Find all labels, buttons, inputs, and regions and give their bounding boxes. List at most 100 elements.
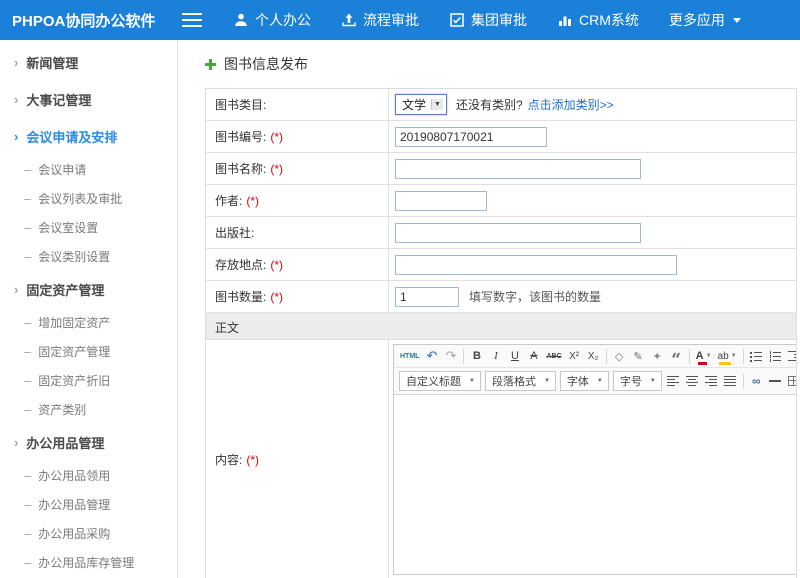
- caret-down-icon: ▼: [597, 378, 603, 384]
- location-input[interactable]: [395, 255, 677, 275]
- html-source-button[interactable]: HTML: [398, 347, 421, 365]
- editor-content-area[interactable]: [394, 395, 796, 574]
- format-painter-button[interactable]: ✎: [630, 347, 647, 365]
- blockquote-button[interactable]: “: [668, 347, 685, 365]
- nav-group-approval[interactable]: 集团审批: [434, 0, 542, 40]
- book-name-input[interactable]: [395, 159, 641, 179]
- sidebar-item-meeting-room[interactable]: –会议室设置: [0, 213, 177, 242]
- caret-down-icon: ▼: [731, 353, 737, 359]
- sidebar-item-label: 固定资产折旧: [38, 372, 110, 389]
- sidebar-item-label: 增加固定资产: [38, 314, 110, 331]
- unordered-list-button[interactable]: [748, 347, 765, 365]
- nav-label: 更多应用: [669, 10, 725, 30]
- sidebar-group-news[interactable]: ›新闻管理: [0, 44, 177, 81]
- category-select[interactable]: 文学 ▼: [395, 94, 447, 115]
- book-no-input[interactable]: [395, 127, 547, 147]
- author-input[interactable]: [395, 191, 487, 211]
- align-right-icon: [705, 376, 717, 386]
- underline-button[interactable]: U: [506, 347, 523, 365]
- italic-button[interactable]: I: [487, 347, 504, 365]
- spellcheck-button[interactable]: ABC: [544, 347, 563, 365]
- sidebar-item-supplies-claim[interactable]: –办公用品领用: [0, 461, 177, 490]
- top-nav: 个人办公 流程审批 集团审批 CRM系统 更多应用: [218, 0, 756, 40]
- sidebar-item-asset-category[interactable]: –资产类别: [0, 395, 177, 424]
- sidebar-item-asset-depreciation[interactable]: –固定资产折旧: [0, 366, 177, 395]
- subscript-button[interactable]: X₂: [585, 347, 602, 365]
- toolbar-separator: [743, 374, 744, 389]
- sidebar-item-supplies-purchase[interactable]: –办公用品采购: [0, 519, 177, 548]
- sidebar-item-meeting-category[interactable]: –会议类别设置: [0, 242, 177, 271]
- editor-toolbar-row2: 自定义标题 ▼ 段落格式▼字体▼字号▼ ∞: [394, 368, 796, 395]
- plus-icon: [205, 59, 216, 70]
- highlight-color-button[interactable]: ab▼: [716, 347, 739, 365]
- sidebar-group-meeting[interactable]: ›会议申请及安排: [0, 118, 177, 155]
- undo-button[interactable]: ↶: [423, 347, 440, 365]
- sidebar-item-label: 固定资产管理: [38, 343, 110, 360]
- caret-down-icon: ▼: [706, 353, 712, 359]
- align-center-icon: [686, 376, 698, 386]
- dash-icon: –: [24, 527, 31, 540]
- superscript-button[interactable]: X²: [566, 347, 583, 365]
- quantity-input[interactable]: [395, 287, 459, 307]
- ordered-list-button[interactable]: [767, 347, 784, 365]
- nav-more-apps[interactable]: 更多应用: [654, 0, 756, 40]
- quantity-row: 图书数量:(*) 填写数字，该图书的数量: [206, 281, 796, 313]
- sidebar-item-meeting-list[interactable]: –会议列表及审批: [0, 184, 177, 213]
- dash-icon: –: [24, 250, 31, 263]
- publisher-input[interactable]: [395, 223, 641, 243]
- align-right-button[interactable]: [703, 372, 720, 390]
- sidebar-item-asset-manage[interactable]: –固定资产管理: [0, 337, 177, 366]
- sidebar-item-label: 办公用品库存管理: [38, 554, 134, 571]
- sidebar-item-label: 办公用品采购: [38, 525, 110, 542]
- caret-down-icon: [733, 18, 741, 23]
- strikethrough-button[interactable]: A: [525, 347, 542, 365]
- align-center-button[interactable]: [684, 372, 701, 390]
- chevron-right-icon: ›: [14, 93, 18, 106]
- insert-table-button[interactable]: [786, 372, 796, 390]
- quantity-label: 图书数量:(*): [206, 281, 389, 312]
- chevron-right-icon: ›: [14, 283, 18, 296]
- sidebar-group-memorabilia[interactable]: ›大事记管理: [0, 81, 177, 118]
- insert-link-button[interactable]: ∞: [748, 372, 765, 390]
- category-label: 图书类目:: [206, 89, 389, 120]
- sidebar-item-supplies-stock[interactable]: –办公用品库存管理: [0, 548, 177, 577]
- align-justify-button[interactable]: [722, 372, 739, 390]
- nav-label: 流程审批: [363, 10, 419, 30]
- custom-title-select[interactable]: 自定义标题 ▼: [399, 371, 481, 391]
- font-family-select[interactable]: 字体▼: [560, 371, 609, 391]
- select-label: 自定义标题: [406, 373, 461, 389]
- font-color-button[interactable]: A▼: [694, 347, 714, 365]
- sidebar-item-supplies-manage[interactable]: –办公用品管理: [0, 490, 177, 519]
- horizontal-rule-button[interactable]: [767, 372, 784, 390]
- sidebar-item-label: 会议申请: [38, 161, 86, 178]
- indent-button[interactable]: [786, 347, 796, 365]
- sidebar-item-label: 办公用品领用: [38, 467, 110, 484]
- unordered-list-icon: [750, 351, 763, 362]
- caret-down-icon: ▼: [650, 378, 656, 384]
- redo-button[interactable]: ↷: [442, 347, 459, 365]
- nav-process-approval[interactable]: 流程审批: [326, 0, 434, 40]
- chevron-right-icon: ›: [14, 436, 18, 449]
- sidebar-item-asset-add[interactable]: –增加固定资产: [0, 308, 177, 337]
- location-row: 存放地点:(*): [206, 249, 796, 281]
- category-row: 图书类目: 文学 ▼ 还没有类别? 点击添加类别>>: [206, 89, 796, 121]
- hamburger-menu-button[interactable]: [182, 13, 202, 27]
- sidebar-item-meeting-apply[interactable]: –会议申请: [0, 155, 177, 184]
- insert-table-icon: [788, 376, 796, 386]
- sidebar-group-fixed-assets[interactable]: ›固定资产管理: [0, 271, 177, 308]
- remove-format-button[interactable]: ◇: [611, 347, 628, 365]
- font-size-select[interactable]: 字号▼: [613, 371, 662, 391]
- add-category-link[interactable]: 点击添加类别>>: [528, 96, 614, 113]
- bold-button[interactable]: B: [468, 347, 485, 365]
- sidebar-group-office-supplies[interactable]: ›办公用品管理: [0, 424, 177, 461]
- auto-typeset-button[interactable]: ✦: [649, 347, 666, 365]
- ordered-list-icon: [769, 351, 782, 362]
- paragraph-format-select[interactable]: 段落格式▼: [485, 371, 556, 391]
- caret-down-icon: ▼: [469, 378, 475, 384]
- sidebar-item-label: 会议类别设置: [38, 248, 110, 265]
- nav-personal-office[interactable]: 个人办公: [218, 0, 326, 40]
- location-label: 存放地点:(*): [206, 249, 389, 280]
- align-left-button[interactable]: [665, 372, 682, 390]
- nav-crm-system[interactable]: CRM系统: [542, 0, 654, 40]
- book-no-row: 图书编号:(*): [206, 121, 796, 153]
